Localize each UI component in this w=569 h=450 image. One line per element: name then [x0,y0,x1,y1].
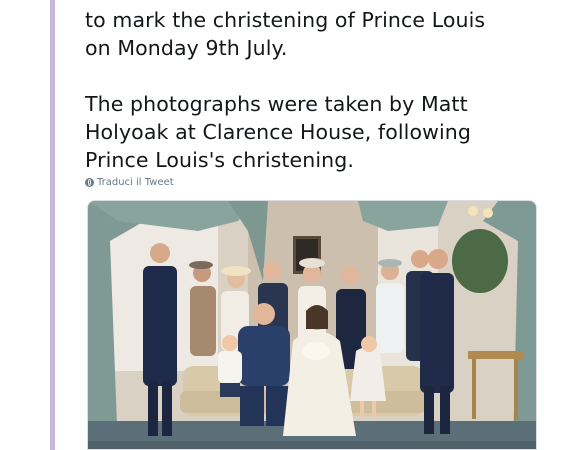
tweet-photo[interactable] [87,200,537,450]
tweet-text-line: The photographs were taken by Matt [85,92,468,116]
tweet-text: to mark the christening of Prince Louis … [85,0,555,174]
tweet-text-line: Prince Louis's christening. [85,148,354,172]
tweet-text-line: on Monday 9th July. [85,36,288,60]
tweet-text-line: to mark the christening of Prince Louis [85,8,486,32]
tweet-text-line: Holyoak at Clarence House, following [85,120,471,144]
translate-tweet-link[interactable]: Traduci il Tweet [85,177,174,188]
globe-icon [85,178,94,187]
tweet-page: to mark the christening of Prince Louis … [0,0,569,450]
translate-label: Traduci il Tweet [97,177,174,188]
family-portrait-photo [88,201,536,449]
thread-line [50,0,55,450]
